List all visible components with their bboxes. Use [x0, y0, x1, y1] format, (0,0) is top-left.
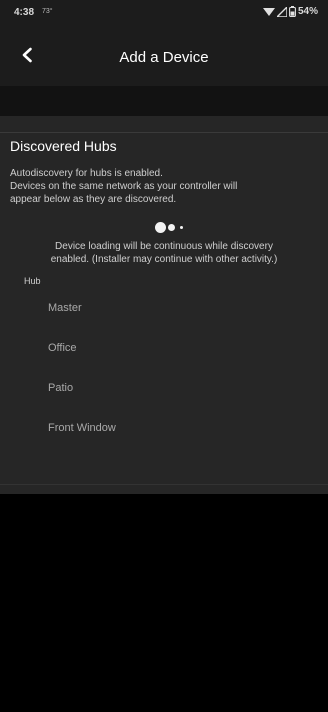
status-icons: 54% — [262, 6, 318, 17]
section-title: Discovered Hubs — [10, 138, 117, 154]
hub-list: Master Office Patio Front Window — [0, 288, 328, 448]
description-line: Devices on the same network as your cont… — [10, 181, 238, 192]
page-title: Add a Device — [119, 49, 209, 66]
discovered-hubs-panel: Discovered Hubs Autodiscovery for hubs i… — [0, 116, 328, 494]
hub-item-office[interactable]: Office — [0, 328, 328, 368]
loading-dot — [155, 222, 166, 233]
loading-dot — [168, 224, 175, 231]
hub-item-patio[interactable]: Patio — [0, 368, 328, 408]
description-line: appear below as they are discovered. — [10, 194, 177, 205]
status-time: 4:38 — [14, 7, 35, 18]
battery-icon — [289, 6, 296, 17]
note-line: Device loading will be continuous while … — [55, 241, 273, 252]
note-line: enabled. (Installer may continue with ot… — [50, 254, 278, 265]
hub-item-front-window[interactable]: Front Window — [0, 408, 328, 448]
description-line: Autodiscovery for hubs is enabled. — [10, 168, 163, 179]
battery-percent: 54% — [297, 6, 318, 17]
header-spacer — [0, 86, 328, 116]
divider — [0, 484, 328, 485]
divider — [0, 132, 328, 133]
signal-icon — [276, 6, 287, 17]
app-header: Add a Device — [0, 26, 328, 86]
autodiscovery-description: Autodiscovery for hubs is enabled. Devic… — [10, 167, 322, 206]
loading-dot — [180, 226, 183, 229]
empty-area — [0, 494, 328, 712]
discovery-note: Device loading will be continuous while … — [0, 240, 328, 266]
wifi-icon — [262, 7, 275, 17]
loading-indicator — [155, 222, 195, 234]
status-temperature: 73° — [42, 8, 53, 15]
status-bar: 4:38 73° 54% — [0, 0, 328, 26]
hub-item-master[interactable]: Master — [0, 288, 328, 328]
hub-column-header: Hub — [24, 276, 41, 286]
